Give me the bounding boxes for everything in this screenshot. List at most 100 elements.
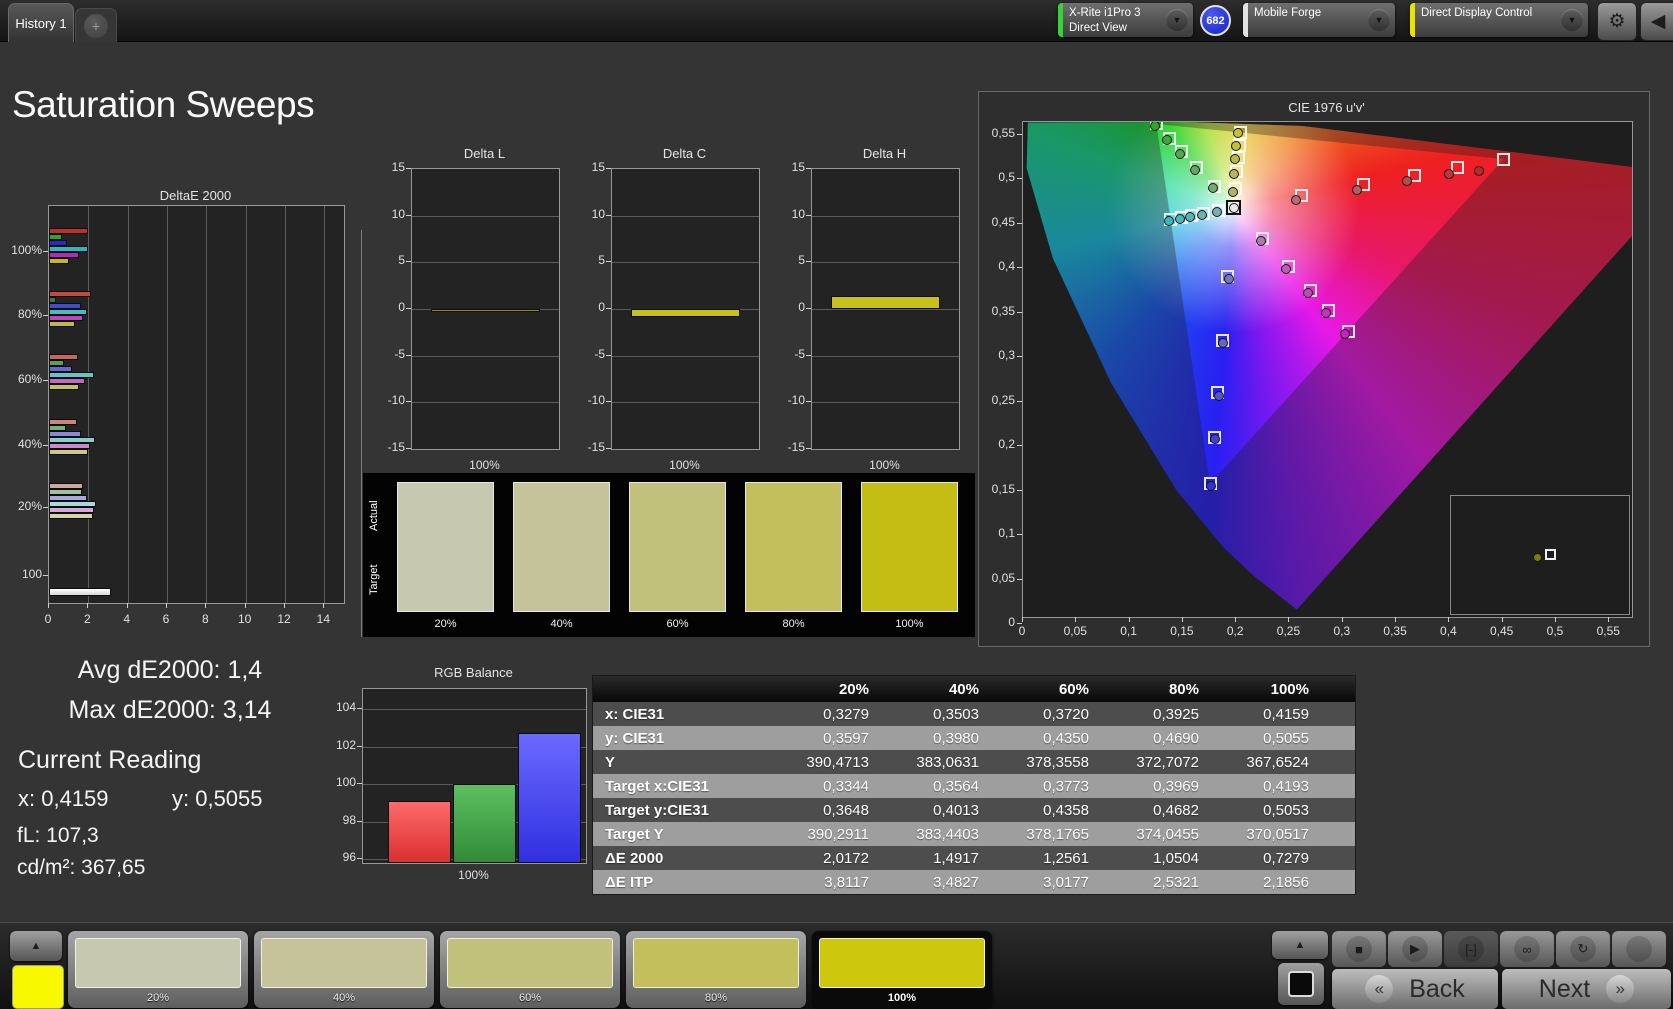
table-row: y: CIE31 0,3597 0,3980 0,4350 0,4690 0,5055: [593, 726, 1355, 750]
cie-measured-green: [1174, 148, 1185, 159]
loop-section-button[interactable]: [-]: [1444, 931, 1498, 967]
delta-chart-l: [411, 168, 560, 450]
gridline: [812, 402, 959, 404]
tick: [357, 858, 362, 860]
deltae-bar-white: [49, 588, 111, 596]
tick: [1235, 617, 1237, 622]
swatch-60%: [629, 482, 726, 612]
transport-up-button[interactable]: ▲: [1272, 931, 1328, 959]
tick: [284, 603, 285, 608]
cie-y-label: 0,1: [998, 526, 1015, 541]
play-button[interactable]: ▶: [1388, 931, 1442, 967]
measurement-count-badge[interactable]: 682: [1200, 5, 1231, 36]
tick: [406, 214, 411, 216]
inset-measured-point: [1532, 552, 1542, 562]
deltae2000-y-label: 40%: [17, 437, 42, 451]
next-button[interactable]: Next »: [1502, 969, 1671, 1009]
table-header-cell: 40%: [948, 680, 979, 698]
delta-y-label: 15: [591, 160, 605, 174]
meter-dropdown[interactable]: X-Rite i1Pro 3 Direct View ▼: [1058, 3, 1193, 37]
cie-measured-red: [1351, 185, 1362, 196]
patch-button-20%[interactable]: 20%: [68, 931, 248, 1008]
cie-measured-magenta: [1302, 288, 1313, 299]
cie-zoom-inset: [1450, 495, 1630, 615]
patch-label: 40%: [332, 992, 356, 1004]
current-color-swatch[interactable]: [12, 965, 64, 1009]
up-arrow-icon: ▲: [30, 940, 42, 952]
gridline: [363, 709, 586, 711]
deltae2000-y-label: 60%: [17, 372, 42, 386]
cie-x-label: 0,3: [1333, 624, 1351, 638]
stop-square-icon: [1288, 971, 1314, 997]
tick: [166, 603, 167, 608]
table-row: Target Y 390,2911 383,4403 378,1765 374,0455…: [593, 822, 1355, 846]
tick: [1017, 445, 1022, 447]
table-header-cell: 20%: [838, 680, 869, 698]
tick: [1501, 617, 1503, 622]
deltae2000-chart: [48, 205, 345, 604]
tick: [43, 445, 48, 446]
patch-button-80%[interactable]: 80%: [626, 931, 806, 1008]
tick: [126, 603, 128, 608]
cie-target-red: [1496, 152, 1510, 166]
patch-button-60%[interactable]: 60%: [440, 931, 620, 1008]
back-button[interactable]: « Back: [1332, 969, 1498, 1009]
tick: [87, 603, 89, 608]
gridline: [612, 215, 759, 217]
tick: [43, 575, 48, 576]
swatch-list-up-button[interactable]: ▲: [10, 931, 62, 961]
tick: [406, 308, 411, 309]
blank-button[interactable]: [1612, 931, 1666, 967]
rgb-balance-x-label: 100%: [458, 868, 489, 882]
play-icon: ▶: [1402, 936, 1428, 962]
swatch-label: 60%: [666, 618, 689, 630]
gridline: [412, 355, 559, 357]
table-cell-value: 0,4193: [1263, 777, 1309, 795]
tick: [606, 214, 611, 216]
table-cell-value: 0,4350: [1043, 729, 1089, 747]
current-reading-fl: fL: 107,3: [17, 824, 99, 847]
swatch-20%: [397, 482, 494, 612]
tick: [1181, 617, 1183, 622]
table-cell-value: 0,3597: [823, 729, 869, 747]
refresh-icon: ↻: [1570, 936, 1596, 962]
delta-y-label: 0: [398, 300, 405, 314]
gridline: [412, 262, 559, 264]
stop-measure-button[interactable]: [1278, 963, 1324, 1005]
delta-y-label: 10: [391, 206, 405, 221]
swatch-80%: [745, 482, 842, 612]
gridline: [285, 206, 286, 603]
tab-history-1[interactable]: History 1: [8, 3, 74, 42]
stop-button[interactable]: ■: [1332, 931, 1386, 967]
patch-button-40%[interactable]: 40%: [254, 931, 434, 1008]
meter-mode: Direct View: [1069, 21, 1127, 34]
cie-x-label: 0,4: [1440, 624, 1457, 638]
tick: [606, 354, 611, 356]
gridline: [612, 402, 759, 404]
table-row-label: ΔE ITP: [605, 873, 654, 891]
avg-de2000-value: Avg dE2000: 1,4: [77, 656, 263, 684]
deltae2000-x-label: 4: [123, 612, 130, 626]
tick: [357, 708, 362, 710]
settings-button[interactable]: ⚙: [1597, 2, 1637, 41]
source-dropdown[interactable]: Mobile Forge ▼: [1243, 3, 1395, 37]
refresh-button[interactable]: ↻: [1556, 931, 1610, 967]
tick: [1341, 617, 1343, 622]
collapse-panel-button[interactable]: ◀: [1640, 2, 1673, 41]
table-row-label: Target Y: [605, 825, 664, 843]
patch-button-100%[interactable]: 100%: [812, 931, 992, 1008]
source-name: Mobile Forge: [1254, 7, 1322, 19]
gridline: [612, 355, 759, 357]
tick: [606, 168, 611, 169]
gridline: [167, 206, 168, 603]
tick: [1017, 489, 1022, 491]
cie-y-label: 0,55: [991, 125, 1015, 140]
workflow-dropdown[interactable]: Direct Display Control ▼: [1410, 3, 1588, 37]
table-cell-value: 0,4159: [1263, 705, 1309, 723]
cie-measured-red: [1290, 195, 1301, 205]
infinity-button[interactable]: ∞: [1500, 931, 1554, 967]
rgb-bar-green: [453, 784, 516, 863]
rgb-y-label: 98: [342, 812, 356, 827]
tick: [1017, 578, 1022, 580]
add-tab-button[interactable]: +: [75, 8, 117, 42]
